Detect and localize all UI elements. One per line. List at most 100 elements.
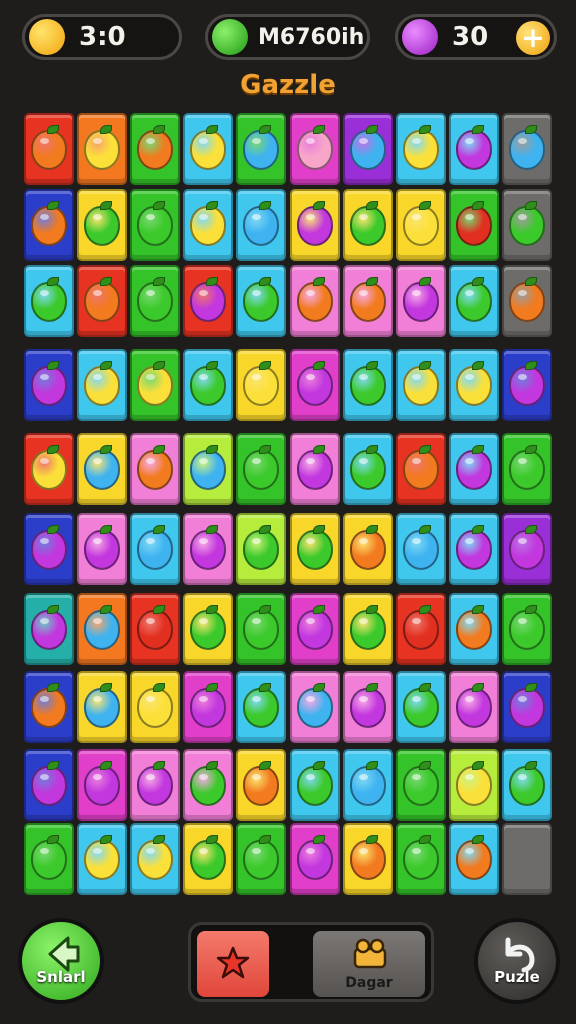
board-tile[interactable]	[77, 749, 128, 821]
board-tile[interactable]	[183, 189, 234, 261]
board-tile[interactable]	[130, 433, 181, 505]
board-tile[interactable]	[236, 189, 287, 261]
board-tile[interactable]	[130, 189, 181, 261]
board-tile[interactable]	[130, 513, 181, 585]
board-tile[interactable]	[342, 433, 393, 505]
board-tile[interactable]	[183, 671, 234, 743]
board-tile[interactable]	[395, 513, 446, 585]
board-tile[interactable]	[77, 189, 128, 261]
board-tile[interactable]	[342, 823, 393, 895]
board-tile[interactable]	[289, 433, 340, 505]
board-tile[interactable]	[130, 113, 181, 185]
board-tile[interactable]	[289, 265, 340, 337]
board-tile[interactable]	[130, 593, 181, 665]
board-tile[interactable]	[183, 749, 234, 821]
board-tile[interactable]	[236, 349, 287, 421]
hint-button[interactable]	[195, 929, 271, 999]
board-tile[interactable]	[77, 513, 128, 585]
board-tile[interactable]	[501, 823, 552, 895]
board-tile[interactable]	[130, 749, 181, 821]
board-tile[interactable]	[77, 823, 128, 895]
board-tile[interactable]	[289, 349, 340, 421]
board-tile[interactable]	[395, 749, 446, 821]
board-tile[interactable]	[24, 433, 74, 505]
board-tile[interactable]	[342, 265, 393, 337]
board-tile[interactable]	[448, 749, 499, 821]
board-tile[interactable]	[236, 513, 287, 585]
board-tile[interactable]	[289, 113, 340, 185]
board-tile[interactable]	[289, 593, 340, 665]
board-tile[interactable]	[395, 265, 446, 337]
board-tile[interactable]	[448, 433, 499, 505]
puzzle-button[interactable]: Puzle	[474, 918, 560, 1004]
board-tile[interactable]	[448, 593, 499, 665]
start-button[interactable]: Snlarl	[18, 918, 104, 1004]
board-tile[interactable]	[342, 349, 393, 421]
board-tile[interactable]	[183, 265, 234, 337]
board-tile[interactable]	[395, 349, 446, 421]
board-tile[interactable]	[501, 749, 552, 821]
board-tile[interactable]	[24, 113, 74, 185]
board-tile[interactable]	[236, 265, 287, 337]
dagar-button[interactable]: Dagar	[311, 929, 427, 999]
board-tile[interactable]	[236, 113, 287, 185]
board-tile[interactable]	[24, 349, 74, 421]
board-tile[interactable]	[289, 749, 340, 821]
board-tile[interactable]	[183, 513, 234, 585]
board-tile[interactable]	[24, 265, 74, 337]
board-tile[interactable]	[395, 113, 446, 185]
board-tile[interactable]	[342, 749, 393, 821]
board-tile[interactable]	[501, 113, 552, 185]
board-tile[interactable]	[395, 593, 446, 665]
board-tile[interactable]	[501, 349, 552, 421]
board-tile[interactable]	[448, 113, 499, 185]
board-tile[interactable]	[342, 593, 393, 665]
board-tile[interactable]	[24, 749, 74, 821]
board-tile[interactable]	[395, 671, 446, 743]
board-tile[interactable]	[236, 433, 287, 505]
board-tile[interactable]	[183, 593, 234, 665]
board-tile[interactable]	[236, 671, 287, 743]
board-tile[interactable]	[342, 189, 393, 261]
board-tile[interactable]	[448, 349, 499, 421]
board-tile[interactable]	[130, 671, 181, 743]
board-tile[interactable]	[130, 349, 181, 421]
board-tile[interactable]	[236, 749, 287, 821]
board-tile[interactable]	[236, 593, 287, 665]
board-tile[interactable]	[77, 265, 128, 337]
board-tile[interactable]	[289, 823, 340, 895]
board-tile[interactable]	[24, 823, 74, 895]
board-tile[interactable]	[24, 513, 74, 585]
board-tile[interactable]	[77, 593, 128, 665]
board-tile[interactable]	[289, 513, 340, 585]
board-tile[interactable]	[501, 593, 552, 665]
board-tile[interactable]	[342, 113, 393, 185]
board-tile[interactable]	[395, 189, 446, 261]
board-tile[interactable]	[183, 113, 234, 185]
board-tile[interactable]	[24, 593, 74, 665]
board-tile[interactable]	[236, 823, 287, 895]
board-tile[interactable]	[77, 433, 128, 505]
board-tile[interactable]	[448, 823, 499, 895]
board-tile[interactable]	[448, 513, 499, 585]
board-tile[interactable]	[183, 433, 234, 505]
board-tile[interactable]	[77, 349, 128, 421]
board-tile[interactable]	[24, 671, 74, 743]
board-tile[interactable]	[501, 189, 552, 261]
board-tile[interactable]	[395, 433, 446, 505]
board-tile[interactable]	[448, 671, 499, 743]
board-tile[interactable]	[289, 671, 340, 743]
board-tile[interactable]	[130, 823, 181, 895]
board-tile[interactable]	[183, 349, 234, 421]
board-tile[interactable]	[183, 823, 234, 895]
board-tile[interactable]	[24, 189, 74, 261]
board-tile[interactable]	[342, 671, 393, 743]
board-tile[interactable]	[501, 433, 552, 505]
board-tile[interactable]	[448, 189, 499, 261]
board-tile[interactable]	[342, 513, 393, 585]
board-tile[interactable]	[77, 113, 128, 185]
board-tile[interactable]	[130, 265, 181, 337]
board-tile[interactable]	[395, 823, 446, 895]
board-tile[interactable]	[77, 671, 128, 743]
board-tile[interactable]	[448, 265, 499, 337]
